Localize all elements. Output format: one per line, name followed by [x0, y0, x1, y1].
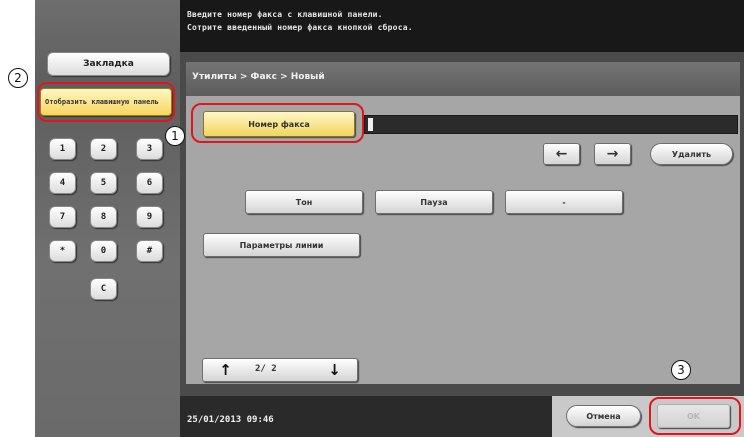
- message-bar: Введите номер факса с клавишной панели. …: [180, 0, 744, 52]
- page-down-button[interactable]: ↓: [312, 359, 357, 381]
- pause-button[interactable]: Пауза: [375, 190, 493, 214]
- keypad-key-hash[interactable]: #: [136, 240, 163, 262]
- keypad-key-8[interactable]: 8: [90, 206, 117, 228]
- keypad-key-7[interactable]: 7: [49, 206, 76, 228]
- message-line-2: Сотрите введенный номер факса кнопкой сб…: [187, 23, 413, 32]
- cancel-button[interactable]: Отмена: [566, 405, 641, 427]
- callout-number-2: 2: [8, 68, 28, 88]
- date-time: 25/01/2013 09:46: [187, 415, 274, 425]
- breadcrumb: Утилиты > Факс > Новый: [192, 72, 325, 82]
- page-up-button[interactable]: ↑: [203, 359, 248, 381]
- callout-highlight-1: [191, 103, 364, 143]
- line-parameters-button[interactable]: Параметры линии: [203, 233, 360, 257]
- keypad-key-5[interactable]: 5: [90, 172, 117, 194]
- page-navigator: ↑ 2/ 2 ↓: [202, 358, 358, 382]
- cursor-left-button[interactable]: ←: [543, 143, 580, 165]
- keypad-key-3[interactable]: 3: [136, 138, 163, 160]
- callout-number-3: 3: [671, 360, 691, 380]
- message-line-1: Введите номер факса с клавишной панели.: [187, 10, 383, 19]
- keypad-key-clear[interactable]: C: [90, 278, 117, 300]
- callout-number-1: 1: [165, 126, 185, 146]
- page-counter: 2/ 2: [255, 364, 277, 374]
- keypad-key-1[interactable]: 1: [49, 138, 76, 160]
- bookmark-button[interactable]: Закладка: [47, 52, 170, 76]
- keypad-key-9[interactable]: 9: [136, 206, 163, 228]
- keypad-key-star[interactable]: *: [49, 240, 76, 262]
- callout-highlight-3: [649, 397, 741, 435]
- keypad-key-4[interactable]: 4: [49, 172, 76, 194]
- breadcrumb-bar: Утилиты > Факс > Новый: [186, 62, 740, 96]
- delete-button[interactable]: Удалить: [650, 143, 733, 165]
- keypad-key-0[interactable]: 0: [90, 240, 117, 262]
- keypad-key-2[interactable]: 2: [90, 138, 117, 160]
- fax-number-field[interactable]: [364, 115, 738, 134]
- keypad-key-6[interactable]: 6: [136, 172, 163, 194]
- cursor-right-button[interactable]: →: [594, 143, 631, 165]
- callout-highlight-2: [37, 82, 175, 122]
- dash-button[interactable]: -: [505, 190, 623, 214]
- tone-button[interactable]: Тон: [245, 190, 363, 214]
